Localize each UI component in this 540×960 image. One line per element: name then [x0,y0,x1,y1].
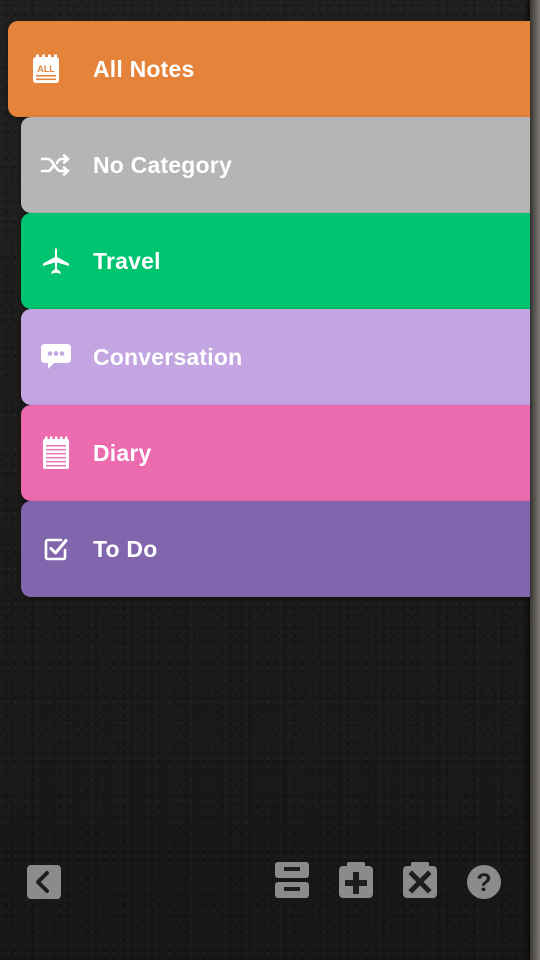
category-label: To Do [93,535,158,562]
sort-button[interactable] [274,862,310,898]
category-label: All Notes [93,55,195,82]
speech-bubble-icon [39,340,73,374]
all-notes-icon: ALL [29,52,63,86]
add-category-button[interactable] [338,862,374,898]
help-icon: ? [467,865,501,899]
category-label: Travel [93,247,161,274]
shuffle-icon [39,148,73,182]
category-item-no-category[interactable]: No Category [21,117,530,213]
category-list: ALL All Notes No Category Travel Convers… [0,21,530,597]
airplane-icon [39,244,73,278]
category-item-diary[interactable]: Diary [21,405,530,501]
back-icon [27,865,61,899]
sort-icon [275,862,309,898]
category-item-to-do[interactable]: To Do [21,501,530,597]
page-edge [530,0,540,960]
notepad-icon [39,436,73,470]
delete-category-icon [403,862,437,898]
all-notes-badge: ALL [37,64,55,74]
help-button[interactable]: ? [466,864,502,900]
delete-category-button[interactable] [402,862,438,898]
back-button[interactable] [26,864,62,900]
category-label: Diary [93,439,152,466]
add-category-icon [339,862,373,898]
category-label: Conversation [93,343,243,370]
checkbox-icon [39,532,73,566]
help-glyph: ? [476,869,491,897]
category-label: No Category [93,151,232,178]
category-item-all-notes[interactable]: ALL All Notes [8,21,530,117]
category-item-conversation[interactable]: Conversation [21,309,530,405]
category-item-travel[interactable]: Travel [21,213,530,309]
bottom-toolbar: ? [0,862,530,960]
